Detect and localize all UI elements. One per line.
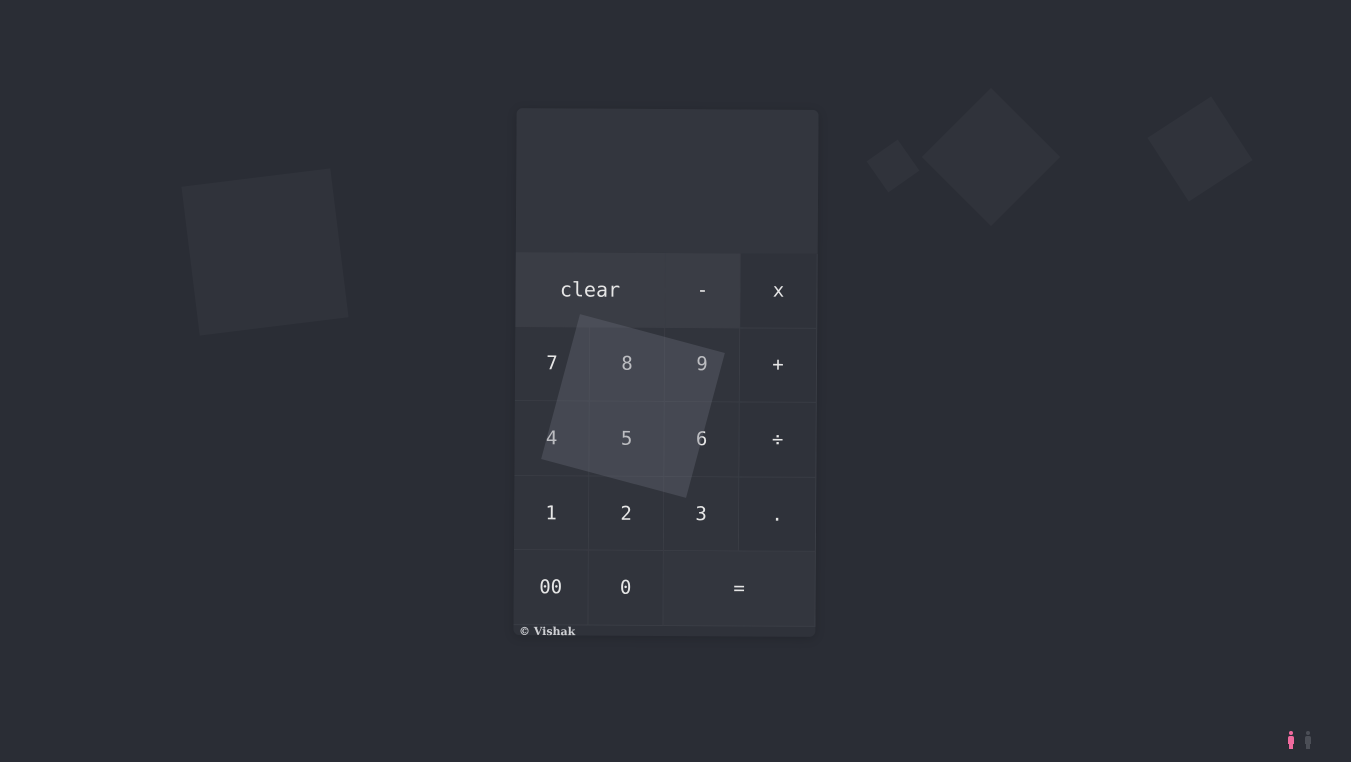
keypad: clear - x 7 8 9 + 4 5 6 ÷ 1 2 3 . 00 0 = [513,252,818,627]
decorative-diamond [1147,96,1253,202]
three-button[interactable]: 3 [663,476,740,552]
zero-button[interactable]: 0 [588,550,664,626]
decorative-square [181,168,349,336]
divide-button[interactable]: ÷ [739,402,817,478]
female-person-icon[interactable] [1287,731,1295,749]
multiply-button[interactable]: x [740,253,818,329]
calculator: clear - x 7 8 9 + 4 5 6 ÷ 1 2 3 . 00 0 = [513,108,819,637]
male-person-icon[interactable] [1304,731,1312,749]
one-button[interactable]: 1 [513,475,590,551]
four-button[interactable]: 4 [514,401,590,477]
equals-button[interactable]: = [663,551,816,627]
plus-button[interactable]: + [739,328,818,404]
seven-button[interactable]: 7 [514,326,591,402]
page-background: clear - x 7 8 9 + 4 5 6 ÷ 1 2 3 . 00 0 =… [0,0,1351,762]
six-button[interactable]: 6 [664,402,740,478]
eight-button[interactable]: 8 [589,327,666,403]
nine-button[interactable]: 9 [664,327,741,403]
corner-icons [1285,731,1315,751]
five-button[interactable]: 5 [589,401,665,477]
clear-button[interactable]: clear [515,252,666,328]
two-button[interactable]: 2 [588,476,665,552]
decimal-button[interactable]: . [738,477,817,553]
double-zero-button[interactable]: 00 [513,550,589,626]
decorative-diamond-small [866,139,920,193]
calculator-display [515,108,819,254]
minus-button[interactable]: - [665,252,741,329]
decorative-diamond [921,87,1061,227]
credit-text: © Vishak [518,624,576,639]
